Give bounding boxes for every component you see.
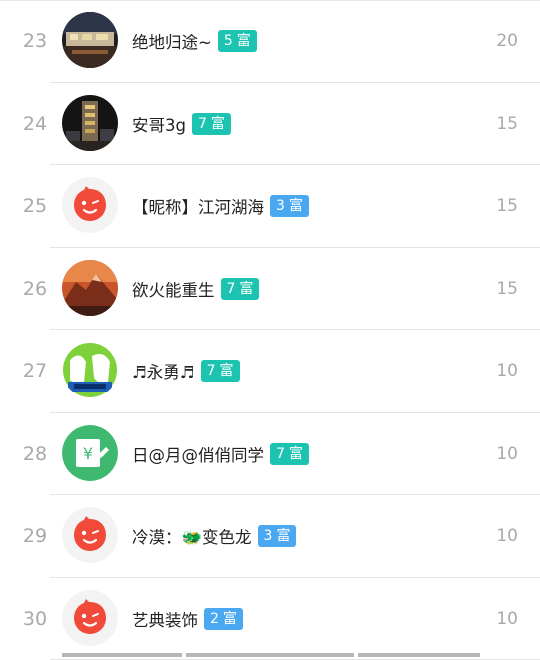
avatar[interactable] — [62, 342, 118, 398]
avatar[interactable] — [62, 95, 118, 151]
score-value: 15 — [496, 165, 518, 247]
avatar[interactable] — [62, 177, 118, 233]
list-item[interactable]: 28 ¥ 日@月@俏俏同学 7富 10 — [0, 413, 540, 496]
list-item[interactable]: 27 ♬永勇♬ 7富 10 — [0, 330, 540, 413]
avatar[interactable] — [62, 507, 118, 563]
level-number: 7 — [198, 113, 207, 135]
score-value: 10 — [496, 495, 518, 577]
list-item[interactable]: 24 安哥3g 7富 15 — [0, 83, 540, 166]
wealth-level-badge: 7富 — [221, 278, 260, 300]
list-item[interactable]: 26 欲火能重生 7富 15 — [0, 248, 540, 331]
rank-number: 29 — [10, 495, 60, 577]
list-item[interactable]: 30 艺典装饰 2富 10 — [0, 578, 540, 660]
wealth-level-badge: 3富 — [270, 195, 309, 217]
user-info: 欲火能重生 7富 — [132, 248, 259, 330]
rank-number: 27 — [10, 330, 60, 412]
user-info: ♬永勇♬ 7富 — [132, 330, 240, 412]
user-name[interactable]: 日@月@俏俏同学 — [132, 442, 264, 466]
avatar[interactable] — [62, 260, 118, 316]
level-suffix: 富 — [223, 608, 237, 630]
score-value: 10 — [496, 578, 518, 660]
level-number: 7 — [207, 360, 216, 382]
wealth-level-badge: 2富 — [204, 608, 243, 630]
level-number: 5 — [224, 30, 233, 52]
wealth-level-badge: 7富 — [270, 443, 309, 465]
score-value: 10 — [496, 330, 518, 412]
level-suffix: 富 — [289, 443, 303, 465]
rank-number: 26 — [10, 248, 60, 330]
level-suffix: 富 — [239, 278, 253, 300]
user-name[interactable]: 安哥3g — [132, 112, 186, 136]
user-info: 艺典装饰 2富 — [132, 578, 243, 660]
level-number: 7 — [227, 278, 236, 300]
rank-number: 25 — [10, 165, 60, 247]
user-name[interactable]: ♬永勇♬ — [132, 359, 195, 383]
score-value: 15 — [496, 83, 518, 165]
score-value: 10 — [496, 413, 518, 495]
level-suffix: 富 — [220, 360, 234, 382]
ranking-list: 23绝地归途~5富2024安哥3g7富1525【昵称】江河湖海3富1526欲火能… — [0, 0, 540, 660]
level-number: 7 — [276, 443, 285, 465]
level-suffix: 富 — [237, 30, 251, 52]
score-value: 20 — [496, 0, 518, 82]
level-suffix: 富 — [211, 113, 225, 135]
rank-number: 30 — [10, 578, 60, 660]
level-number: 3 — [276, 195, 285, 217]
user-name[interactable]: 欲火能重生 — [132, 277, 215, 301]
list-item[interactable]: 23 绝地归途~ 5富 20 — [0, 0, 540, 83]
rank-number: 28 — [10, 413, 60, 495]
avatar[interactable]: ¥ — [62, 425, 118, 481]
avatar[interactable] — [62, 590, 118, 646]
rank-number: 23 — [10, 0, 60, 82]
level-suffix: 富 — [289, 195, 303, 217]
list-item[interactable]: 25 【昵称】江河湖海 3富 15 — [0, 165, 540, 248]
score-value: 15 — [496, 248, 518, 330]
wealth-level-badge: 3富 — [258, 525, 297, 547]
user-name[interactable]: 艺典装饰 — [132, 607, 198, 631]
level-suffix: 富 — [276, 525, 290, 547]
user-info: 安哥3g 7富 — [132, 83, 231, 165]
rank-number: 24 — [10, 83, 60, 165]
level-number: 3 — [264, 525, 273, 547]
user-name[interactable]: 【昵称】江河湖海 — [132, 194, 264, 218]
wealth-level-badge: 7富 — [192, 113, 231, 135]
bottom-scroll-indicator — [0, 651, 540, 657]
user-info: 日@月@俏俏同学 7富 — [132, 413, 309, 495]
wealth-level-badge: 5富 — [218, 30, 257, 52]
user-info: 【昵称】江河湖海 3富 — [132, 165, 309, 247]
avatar[interactable] — [62, 12, 118, 68]
level-number: 2 — [210, 608, 219, 630]
svg-text:¥: ¥ — [83, 444, 93, 463]
user-name[interactable]: 绝地归途~ — [132, 29, 212, 53]
user-info: 绝地归途~ 5富 — [132, 0, 257, 82]
wealth-level-badge: 7富 — [201, 360, 240, 382]
user-info: 冷漠：🐲变色龙 3富 — [132, 495, 296, 577]
list-item[interactable]: 29 冷漠：🐲变色龙 3富 10 — [0, 495, 540, 578]
user-name[interactable]: 冷漠：🐲变色龙 — [132, 524, 252, 548]
